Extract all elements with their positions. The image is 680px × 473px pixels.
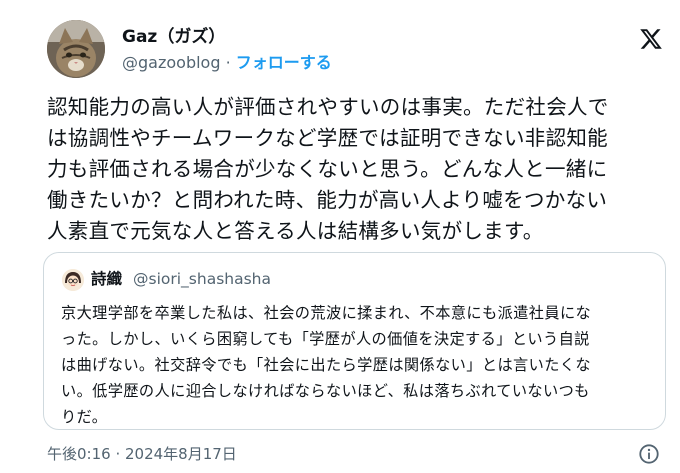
post-text-line: は協調性やチームワークなど学歴では証明できない非認知能	[47, 126, 608, 150]
post-text-line: 人素直で元気な人と答える人は結構多い気がします。	[47, 219, 544, 243]
post-timestamp[interactable]: 午後0:16 · 2024年8月17日	[47, 444, 237, 464]
follow-button[interactable]: フォローする	[236, 53, 332, 72]
quoted-text-line: った。しかし、いくら困窮しても「学歴が人の価値を決定する」という自説	[61, 330, 590, 348]
post-text: 認知能力の高い人が評価されやすいのは事実。ただ社会人で は協調性やチームワークな…	[47, 92, 677, 247]
author-handle[interactable]: @gazooblog	[122, 53, 220, 72]
cat-avatar-image	[47, 20, 105, 78]
quoted-text: 京大理学部を卒業した私は、社会の荒波に揉まれ、不本意にも派遣社員にな った。しか…	[61, 300, 661, 430]
quoted-text-line: りだ。	[61, 408, 108, 426]
quoted-text-line: い。低学歴の人に迎合しなければならないほど、私は落ちぶれていないつも	[61, 382, 590, 400]
post-text-line: 働きたいか？と問われた時、能力が高い人より嘘をつかない	[47, 188, 608, 212]
post-text-line: 力も評価される場合が少なくないと思う。どんな人と一緒に	[47, 157, 608, 181]
quoted-text-line: は曲げない。社交辞令でも「社会に出たら学歴は関係ない」とは言いたくな	[61, 356, 591, 374]
separator: ·	[225, 53, 231, 72]
quoted-author-handle: @siori_shashasha	[133, 270, 271, 288]
quoted-avatar	[62, 269, 84, 291]
info-circle-icon[interactable]	[638, 443, 660, 465]
quoted-author-name: 詩織	[91, 270, 123, 288]
author-name[interactable]: Gaz（ガズ）	[122, 26, 225, 48]
quoted-text-line: 京大理学部を卒業した私は、社会の荒波に揉まれ、不本意にも派遣社員にな	[61, 304, 592, 322]
quoted-post[interactable]: 詩織 @siori_shashasha 京大理学部を卒業した私は、社会の荒波に揉…	[43, 252, 666, 430]
avatar[interactable]	[47, 20, 105, 78]
illustrated-avatar-image	[62, 269, 84, 291]
x-logo-icon[interactable]	[639, 27, 663, 51]
post-text-line: 認知能力の高い人が評価されやすいのは事実。ただ社会人で	[47, 95, 609, 119]
author-meta: @gazooblog · フォローする	[122, 52, 332, 74]
